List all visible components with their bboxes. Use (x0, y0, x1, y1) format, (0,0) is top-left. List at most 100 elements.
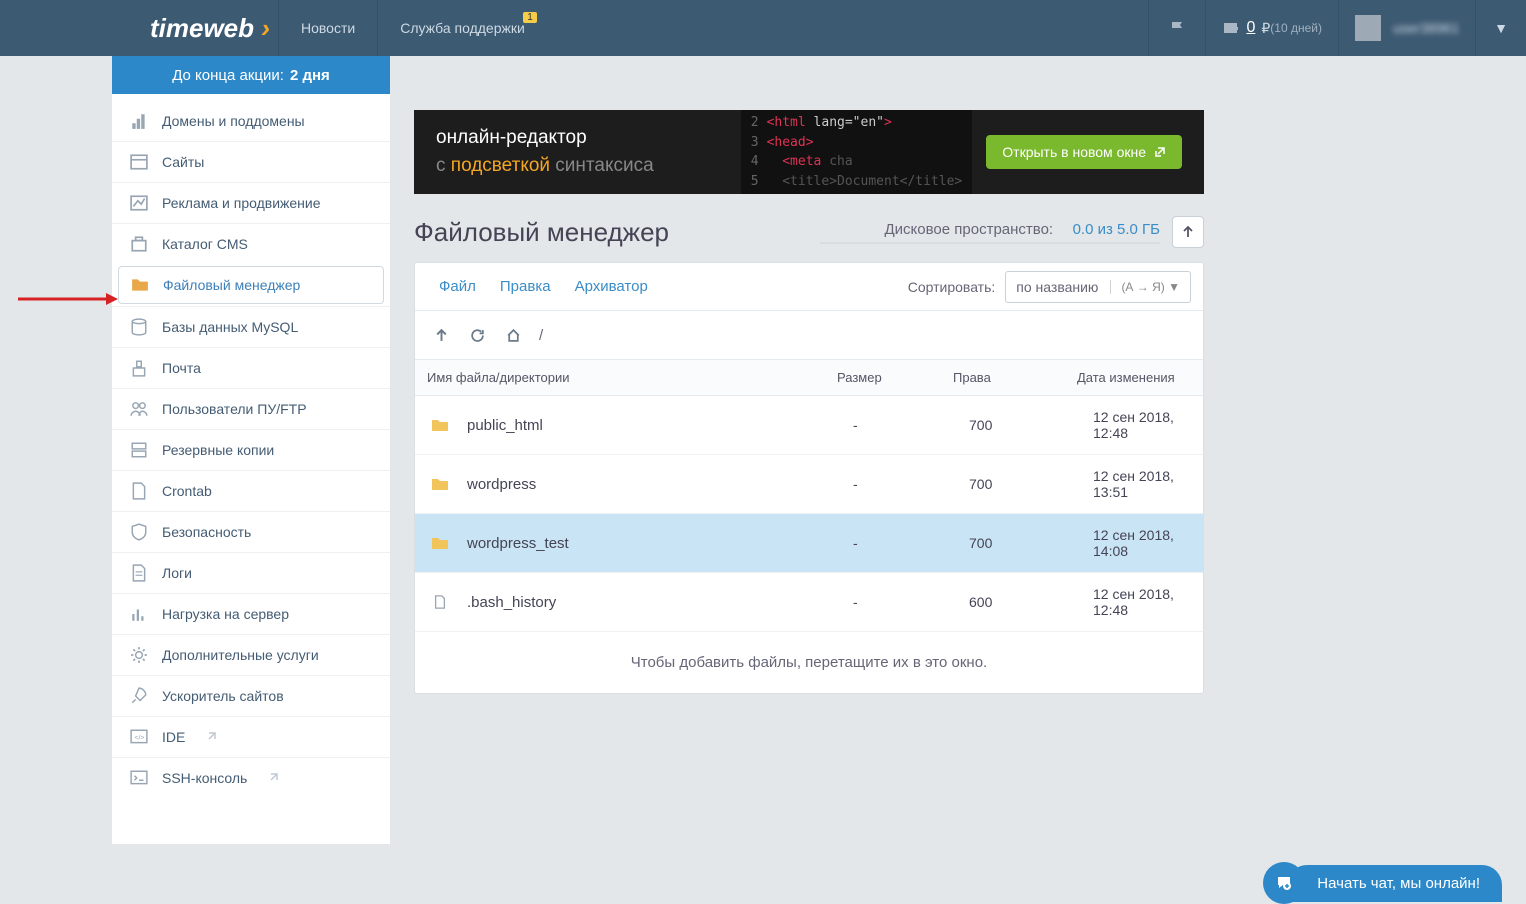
file-name: wordpress_test (467, 535, 853, 552)
file-size: - (853, 417, 969, 433)
file-date: 12 сен 2018, 14:08 (1093, 527, 1191, 559)
tab-archive[interactable]: Архиватор (563, 278, 660, 295)
sidebar-item-filemanager[interactable]: Файловый менеджер (118, 266, 384, 304)
disk-label: Дисковое пространство: (885, 221, 1054, 238)
table-row[interactable]: .bash_history-60012 сен 2018, 12:48 (415, 573, 1203, 632)
banner-text: онлайн-редактор с подсветкой синтаксиса (436, 124, 654, 181)
sidebar-item-users[interactable]: Пользователи ПУ/FTP (112, 388, 390, 429)
upload-icon (1181, 225, 1195, 239)
file-name: public_html (467, 417, 853, 434)
user-dropdown-caret[interactable]: ▼ (1475, 0, 1526, 56)
sidebar-item-ssh[interactable]: SSH-консоль (112, 757, 390, 798)
wallet-icon (1222, 20, 1240, 36)
folder-icon (431, 536, 449, 550)
disk-value: 0.0 из 5.0 ГБ (1073, 221, 1160, 238)
logo[interactable]: timeweb › (0, 13, 278, 44)
file-size: - (853, 535, 969, 551)
notifications-icon[interactable] (1148, 0, 1205, 56)
sidebar-item-advertising[interactable]: Реклама и продвижение (112, 182, 390, 223)
sidebar-item-logs[interactable]: Логи (112, 552, 390, 593)
nav-news[interactable]: Новости (278, 0, 377, 56)
chat-label[interactable]: Начать чат, мы онлайн! (1287, 865, 1502, 902)
sidebar-item-mail[interactable]: Почта (112, 347, 390, 388)
external-icon (267, 772, 279, 784)
file-rights: 700 (969, 535, 1093, 551)
file-date: 12 сен 2018, 12:48 (1093, 409, 1191, 441)
domains-icon (130, 112, 148, 130)
terminal-icon (130, 769, 148, 787)
sidebar-item-backups[interactable]: Резервные копии (112, 429, 390, 470)
briefcase-icon (130, 235, 148, 253)
nav-support[interactable]: Служба поддержки 1 (377, 0, 547, 56)
nav-up-button[interactable] (427, 321, 455, 349)
chart-icon (130, 194, 148, 212)
bars-icon (130, 605, 148, 623)
sidebar: Домены и поддомены Сайты Реклама и продв… (112, 94, 390, 844)
gear-icon (130, 646, 148, 664)
user-menu[interactable]: user38961 (1338, 0, 1475, 56)
sidebar-item-load[interactable]: Нагрузка на сервер (112, 593, 390, 634)
folder-icon (431, 477, 449, 491)
avatar (1355, 15, 1381, 41)
tab-file[interactable]: Файл (427, 278, 488, 295)
table-row[interactable]: wordpress_test-70012 сен 2018, 14:08 (415, 514, 1203, 573)
tab-edit[interactable]: Правка (488, 278, 563, 295)
backup-icon (130, 441, 148, 459)
page-icon (130, 482, 148, 500)
sort-label: Сортировать: (908, 279, 996, 295)
drop-hint: Чтобы добавить файлы, перетащите их в эт… (415, 632, 1203, 693)
shield-icon (130, 523, 148, 541)
table-row[interactable]: wordpress-70012 сен 2018, 13:51 (415, 455, 1203, 514)
rocket-icon (130, 687, 148, 705)
sort-select[interactable]: по названию (А → Я) ▼ (1005, 271, 1191, 303)
sites-icon (130, 153, 148, 171)
file-name: .bash_history (467, 594, 853, 611)
users-icon (130, 400, 148, 418)
ide-icon: </> (130, 728, 148, 746)
sidebar-item-extra[interactable]: Дополнительные услуги (112, 634, 390, 675)
folder-icon (131, 276, 149, 294)
upload-button[interactable] (1172, 216, 1204, 248)
file-rights: 600 (969, 594, 1093, 610)
sidebar-item-accelerator[interactable]: Ускоритель сайтов (112, 675, 390, 716)
sidebar-item-security[interactable]: Безопасность (112, 511, 390, 552)
annotation-arrow (18, 289, 118, 309)
file-size: - (853, 594, 969, 610)
editor-banner: онлайн-редактор с подсветкой синтаксиса … (414, 110, 1204, 194)
refresh-button[interactable] (463, 321, 491, 349)
file-date: 12 сен 2018, 13:51 (1093, 468, 1191, 500)
database-icon (130, 318, 148, 336)
sidebar-item-mysql[interactable]: Базы данных MySQL (112, 306, 390, 347)
file-name: wordpress (467, 476, 853, 493)
file-size: - (853, 476, 969, 492)
chat-icon[interactable] (1263, 862, 1305, 904)
external-icon (205, 731, 217, 743)
folder-icon (431, 418, 449, 432)
sidebar-item-domains[interactable]: Домены и поддомены (112, 94, 390, 141)
file-date: 12 сен 2018, 12:48 (1093, 586, 1191, 618)
balance-box[interactable]: 0 ₽ (10 дней) (1205, 0, 1338, 56)
sidebar-item-cms[interactable]: Каталог CMS (112, 223, 390, 264)
promo-bar[interactable]: До конца акции:2 дня (112, 56, 390, 94)
file-rights: 700 (969, 476, 1093, 492)
file-rights: 700 (969, 417, 1093, 433)
sidebar-item-ide[interactable]: </> IDE (112, 716, 390, 757)
disk-progress (820, 242, 1160, 244)
file-panel: Файл Правка Архиватор Сортировать: по на… (414, 262, 1204, 694)
file-icon (431, 595, 449, 609)
table-header: Имя файла/директории Размер Права Дата и… (415, 360, 1203, 396)
breadcrumb-path: / (539, 327, 543, 344)
logs-icon (130, 564, 148, 582)
sidebar-item-sites[interactable]: Сайты (112, 141, 390, 182)
mail-icon (130, 359, 148, 377)
chat-widget[interactable]: Начать чат, мы онлайн! (1263, 862, 1502, 904)
page-title: Файловый менеджер (414, 217, 669, 248)
banner-code-preview: 2<html lang="en"> 3<head> 4 <meta cha 5 … (741, 110, 973, 194)
open-editor-button[interactable]: Открыть в новом окне (986, 135, 1182, 169)
svg-text:</>: </> (135, 734, 145, 741)
table-row[interactable]: public_html-70012 сен 2018, 12:48 (415, 396, 1203, 455)
top-header: timeweb › Новости Служба поддержки 1 0 ₽… (0, 0, 1526, 56)
sidebar-item-crontab[interactable]: Crontab (112, 470, 390, 511)
user-name: user38961 (1393, 20, 1459, 36)
home-button[interactable] (499, 321, 527, 349)
